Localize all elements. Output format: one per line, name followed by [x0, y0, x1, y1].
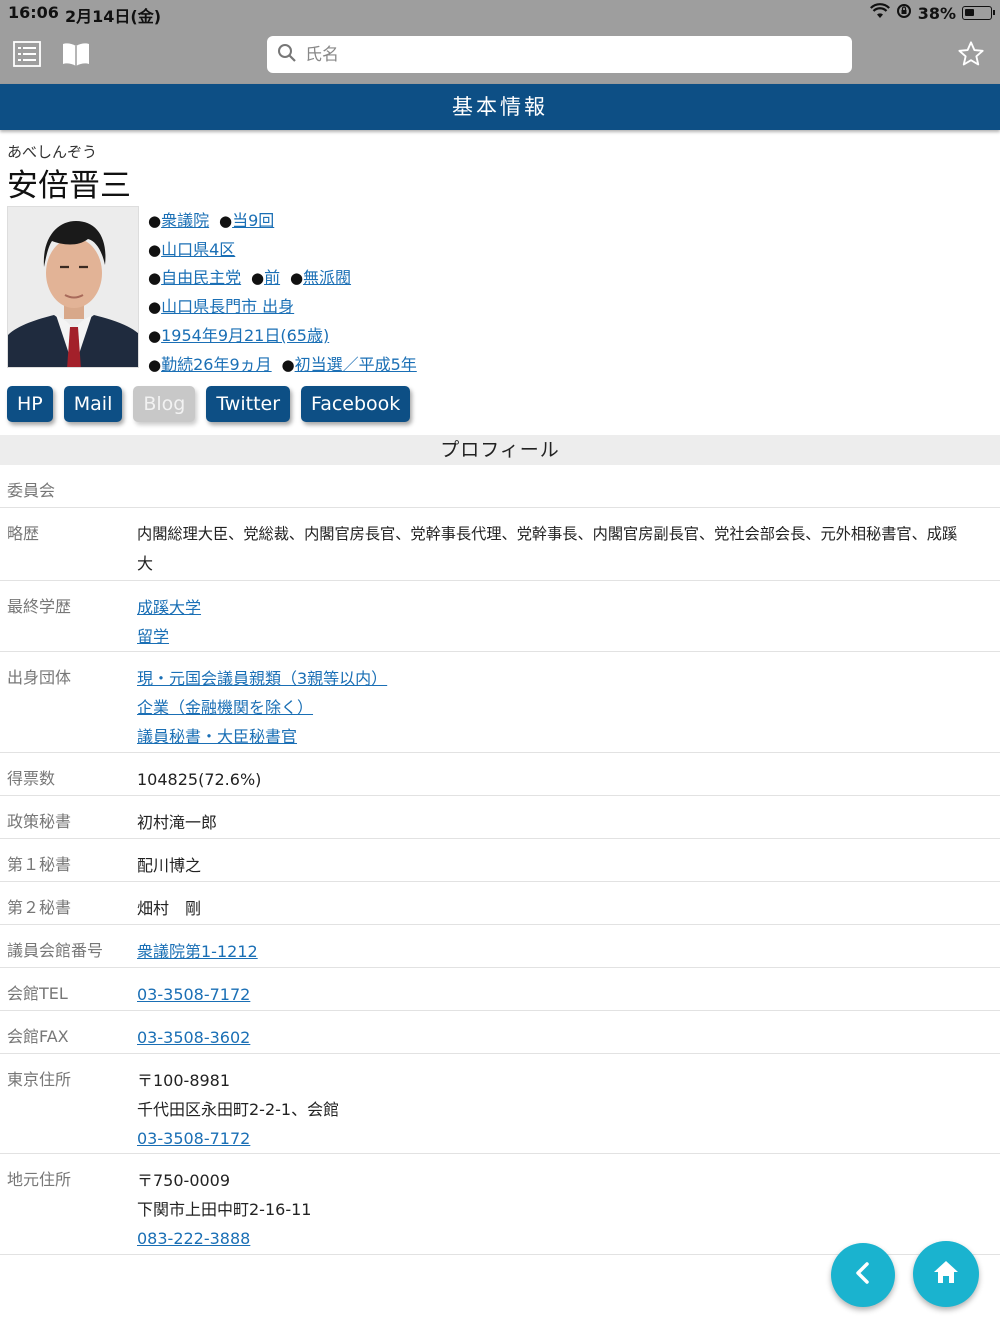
status-link[interactable]: 前	[264, 268, 280, 287]
policy-secretary-row: 政策秘書 初村滝一郎	[0, 796, 1000, 839]
tokyo-address: 千代田区永田町2-2-1、会館	[137, 1100, 340, 1119]
member-photo	[7, 206, 139, 368]
education-row: 最終学歴 成蹊大学 留学	[0, 581, 1000, 652]
office-link[interactable]: 衆議院第1-1212	[137, 942, 258, 961]
tel-link[interactable]: 03-3508-7172	[137, 985, 250, 1004]
status-time: 16:06	[8, 3, 59, 22]
tokyo-address-label: 東京住所	[7, 1070, 72, 1089]
origin-link[interactable]: 企業（金融機関を除く）	[137, 698, 313, 717]
status-bar: 16:06 2月14日(金) 38%	[0, 0, 1000, 26]
house-link[interactable]: 衆議院	[161, 211, 209, 230]
social-buttons: HP Mail Blog Twitter Facebook	[7, 386, 411, 422]
mail-button[interactable]: Mail	[63, 386, 123, 422]
terms-link[interactable]: 当9回	[232, 211, 274, 230]
origin-link[interactable]: 議員秘書・大臣秘書官	[137, 727, 297, 746]
policy-secretary-label: 政策秘書	[7, 812, 72, 831]
tokyo-zip: 〒100-8981	[137, 1071, 231, 1090]
office-label: 議員会館番号	[7, 941, 104, 960]
search-input[interactable]	[305, 44, 825, 65]
birthplace-link[interactable]: 山口県長門市 出身	[161, 297, 294, 316]
career-label: 略歴	[7, 524, 40, 543]
career-text-line2: 大	[137, 554, 154, 573]
profile-header: プロフィール	[0, 435, 1000, 465]
toolbar	[0, 26, 1000, 84]
book-icon[interactable]	[61, 39, 91, 69]
origin-label: 出身団体	[7, 668, 72, 687]
fax-row: 会館FAX 03-3508-3602	[0, 1011, 1000, 1054]
chevron-left-icon	[849, 1259, 877, 1291]
votes-label: 得票数	[7, 769, 56, 788]
battery-icon	[962, 6, 995, 20]
profile-table: 委員会 略歴 内閣総理大臣、党総裁、内閣官房長官、党幹事長代理、党幹事長、内閣官…	[0, 465, 1000, 1255]
battery-percent: 38%	[917, 3, 956, 23]
career-row: 略歴 内閣総理大臣、党総裁、内閣官房長官、党幹事長代理、党幹事長、内閣官房副長官…	[0, 508, 1000, 581]
party-link[interactable]: 自由民主党	[161, 268, 241, 287]
home-icon	[932, 1258, 960, 1290]
policy-secretary-value: 初村滝一郎	[137, 813, 218, 832]
local-zip: 〒750-0009	[137, 1171, 231, 1190]
status-indicators: 38%	[869, 3, 995, 23]
list-icon[interactable]	[12, 39, 42, 69]
wifi-icon	[869, 3, 890, 23]
secretary1-value: 配川博之	[137, 856, 202, 875]
career-text-line1: 内閣総理大臣、党総裁、内閣官房長官、党幹事長代理、党幹事長、内閣官房副長官、党社…	[137, 525, 958, 543]
page-title: 基本情報	[0, 84, 1000, 130]
secretary1-row: 第１秘書 配川博之	[0, 839, 1000, 882]
star-icon[interactable]	[956, 39, 986, 69]
tel-row: 会館TEL 03-3508-7172	[0, 968, 1000, 1011]
search-field[interactable]	[267, 36, 852, 73]
tokyo-address-row: 東京住所 〒100-8981 千代田区永田町2-2-1、会館 03-3508-7…	[0, 1054, 1000, 1154]
origin-link[interactable]: 現・元国会議員親類（3親等以内）	[137, 669, 387, 688]
origin-row: 出身団体 現・元国会議員親類（3親等以内） 企業（金融機関を除く） 議員秘書・大…	[0, 652, 1000, 753]
tokyo-tel-link[interactable]: 03-3508-7172	[137, 1129, 250, 1148]
battery-level	[965, 9, 974, 16]
local-address: 下関市上田中町2-16-11	[137, 1200, 312, 1219]
birthdate-link[interactable]: 1954年9月21日(65歳)	[161, 326, 329, 345]
name-kana: あべしんぞう	[7, 143, 98, 161]
local-tel-link[interactable]: 083-222-3888	[137, 1229, 250, 1248]
orientation-lock-icon	[896, 3, 912, 23]
committee-row: 委員会	[0, 465, 1000, 508]
twitter-button[interactable]: Twitter	[206, 386, 291, 422]
status-date: 2月14日(金)	[65, 7, 162, 26]
local-address-label: 地元住所	[7, 1170, 72, 1189]
first-elected-link[interactable]: 初当選／平成5年	[295, 355, 417, 374]
tel-label: 会館TEL	[7, 984, 68, 1003]
education-label: 最終学歴	[7, 597, 72, 616]
hp-button[interactable]: HP	[7, 386, 53, 422]
home-button[interactable]	[913, 1241, 979, 1307]
secretary1-label: 第１秘書	[7, 855, 72, 874]
back-button[interactable]	[831, 1243, 895, 1307]
faction-link[interactable]: 無派閥	[303, 268, 351, 287]
facebook-button[interactable]: Facebook	[301, 386, 411, 422]
search-icon	[277, 43, 297, 67]
district-link[interactable]: 山口県4区	[161, 240, 235, 259]
committee-label: 委員会	[7, 481, 56, 500]
service-link[interactable]: 勤続26年9ヵ月	[161, 355, 272, 374]
blog-button: Blog	[133, 386, 196, 422]
secretary2-label: 第２秘書	[7, 898, 72, 917]
local-address-row: 地元住所 〒750-0009 下関市上田中町2-16-11 083-222-38…	[0, 1154, 1000, 1255]
secretary2-row: 第２秘書 畑村 剛	[0, 882, 1000, 925]
office-row: 議員会館番号 衆議院第1-1212	[0, 925, 1000, 968]
secretary2-value: 畑村 剛	[137, 899, 202, 918]
fax-label: 会館FAX	[7, 1027, 69, 1046]
member-meta: ●衆議院 ●当9回 ●山口県4区 ●自由民主党 ●前 ●無派閥 ●山口県長門市 …	[148, 211, 417, 374]
votes-row: 得票数 104825(72.6%)	[0, 753, 1000, 796]
education-link[interactable]: 留学	[137, 627, 169, 646]
education-link[interactable]: 成蹊大学	[137, 598, 201, 617]
votes-value: 104825(72.6%)	[137, 770, 262, 789]
fax-link[interactable]: 03-3508-3602	[137, 1028, 250, 1047]
member-name: 安倍晋三	[7, 168, 131, 204]
